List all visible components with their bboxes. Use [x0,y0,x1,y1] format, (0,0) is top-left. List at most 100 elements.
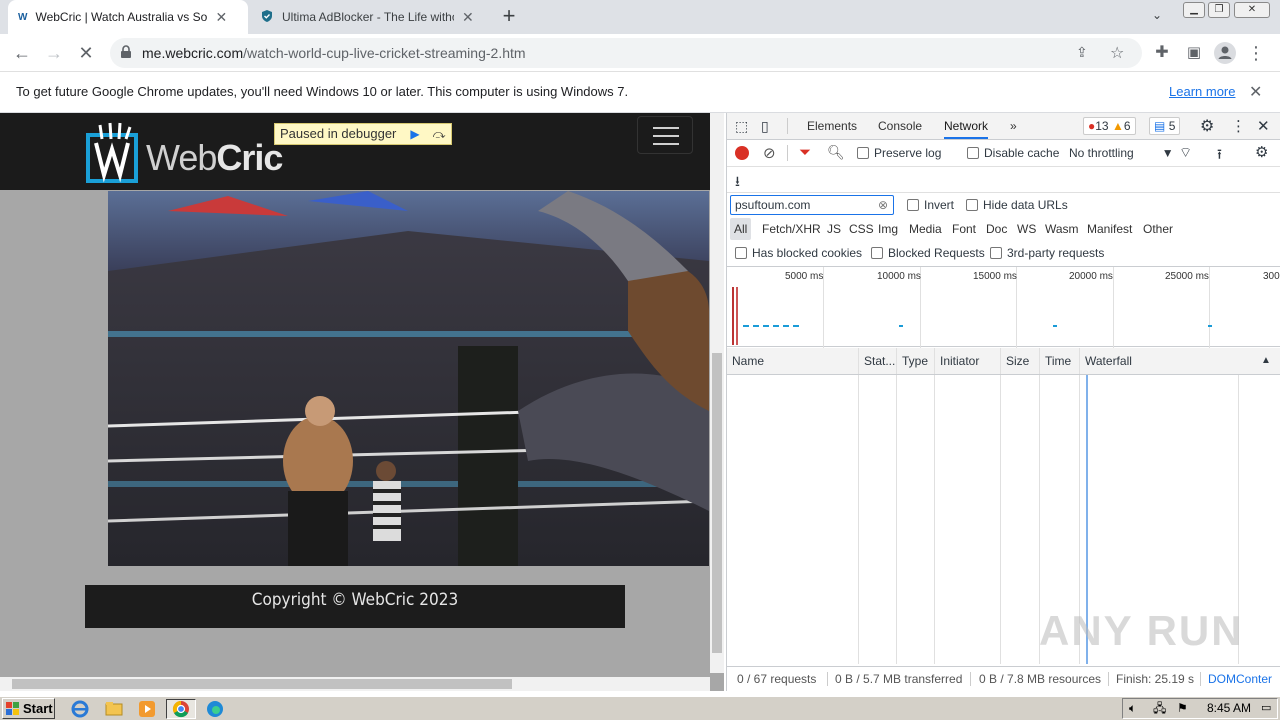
side-panel-icon[interactable]: ▣ [1182,41,1206,65]
type-filter-wasm[interactable]: Wasm [1045,218,1079,240]
browser-toolbar: ← → ✕ me.webcric.com/watch-world-cup-liv… [0,34,1280,72]
settings-gear-icon[interactable]: ⚙ [1200,116,1214,136]
preserve-log-checkbox[interactable]: Preserve log [857,146,941,160]
tab-elements[interactable]: Elements [807,113,857,139]
warning-icon: ▲ [1111,119,1124,133]
col-status[interactable]: Stat... [859,348,897,374]
show-desktop-icon[interactable]: ▭ [1261,699,1271,718]
new-tab-button[interactable]: + [498,4,520,30]
clock[interactable]: 8:45 AM [1207,699,1251,718]
type-filter-js[interactable]: JS [827,218,841,240]
filter-icon[interactable]: ⏷ [799,144,811,161]
lock-icon[interactable] [120,45,132,62]
share-icon[interactable]: ⇪ [1076,44,1088,61]
type-filter-other[interactable]: Other [1143,218,1173,240]
blocked-requests-checkbox[interactable]: Blocked Requests [871,246,985,260]
video-player[interactable] [108,191,709,566]
type-filter-media[interactable]: Media [909,218,942,240]
action-center-flag-icon[interactable]: ⚑ [1177,699,1188,718]
col-name[interactable]: Name [727,348,859,374]
hamburger-menu-button[interactable] [637,116,693,154]
horizontal-scroll-thumb[interactable] [12,679,512,689]
close-infobar-icon[interactable]: ✕ [1249,82,1262,102]
import-har-icon[interactable]: ⭱ [1217,144,1222,168]
more-tabs-icon[interactable]: » [1010,113,1017,139]
forward-arrow-icon[interactable]: → [42,41,66,65]
back-arrow-icon[interactable]: ← [10,41,34,65]
bookmark-star-icon[interactable]: ☆ [1110,43,1124,63]
type-filter-doc[interactable]: Doc [986,218,1007,240]
disable-cache-checkbox[interactable]: Disable cache [967,146,1059,160]
throttling-select[interactable]: No throttling ▼ [1069,146,1174,160]
third-party-requests-checkbox[interactable]: 3rd-party requests [990,246,1104,260]
type-filter-img[interactable]: Img [878,218,898,240]
network-overview-timeline[interactable]: 5000 ms 10000 ms 15000 ms 20000 ms 25000… [727,266,1280,348]
load-line [736,287,738,345]
export-har-icon[interactable]: ⭳ [735,171,740,195]
filter-input[interactable]: psuftoum.com ⊗ [730,195,894,215]
tab-network[interactable]: Network [944,113,989,139]
close-tab-icon[interactable]: ✕ [462,9,474,26]
page-horizontal-scrollbar[interactable] [0,677,710,691]
webcric-logo-icon[interactable] [86,121,140,183]
network-settings-gear-icon[interactable]: ⚙ [1255,143,1268,161]
edge-icon[interactable] [205,699,225,719]
close-tab-icon[interactable]: ✕ [215,9,227,26]
hide-data-urls-checkbox[interactable]: Hide data URLs [966,198,1068,212]
site-logo-text[interactable]: WebCric [146,137,283,179]
type-filter-font[interactable]: Font [952,218,976,240]
web-page-content: WebCric Paused in debugger ▶︎ ⤼ Copyrigh… [0,113,724,691]
sort-up-icon[interactable]: ▲ [1261,355,1271,366]
tab-webcric[interactable]: W WebCric | Watch Australia vs South ✕ [8,0,248,34]
invert-checkbox[interactable]: Invert [907,198,954,212]
issues-counter[interactable]: ●13 ▲6 [1083,117,1136,135]
volume-icon[interactable]: 🔈︎ [1129,699,1136,718]
record-icon[interactable] [735,146,749,160]
col-time[interactable]: Time [1040,348,1080,374]
media-player-icon[interactable] [137,699,157,719]
close-window-button[interactable]: ✕ [1234,2,1270,18]
page-vertical-scrollbar[interactable] [710,113,724,673]
extensions-puzzle-icon[interactable]: ✚ [1150,41,1174,65]
step-over-icon[interactable]: ⤼ [429,124,449,144]
messages-counter[interactable]: ▤ 5 [1149,117,1181,135]
filter-input-value: psuftoum.com [735,198,811,212]
tab-console[interactable]: Console [878,113,922,139]
devtools-menu-icon[interactable]: ⋮ [1231,117,1246,135]
has-blocked-cookies-checkbox[interactable]: Has blocked cookies [735,246,862,260]
col-type[interactable]: Type [897,348,935,374]
col-initiator[interactable]: Initiator [935,348,1001,374]
timeline-tick: 25000 ms [1165,271,1209,282]
profile-avatar[interactable] [1214,42,1236,64]
learn-more-link[interactable]: Learn more [1169,84,1235,99]
close-devtools-icon[interactable]: ✕ [1257,117,1270,135]
tab-strip: W WebCric | Watch Australia vs South ✕ U… [0,0,1280,34]
minimize-button[interactable]: ▁ [1183,2,1205,18]
chrome-taskbar-button[interactable] [166,699,196,719]
vertical-scroll-thumb[interactable] [712,353,722,653]
resume-icon[interactable]: ▶︎ [405,124,425,144]
internet-explorer-icon[interactable] [70,699,90,719]
clear-icon[interactable]: ⊘ [763,144,776,162]
col-waterfall[interactable]: Waterfall [1080,348,1280,374]
file-explorer-icon[interactable] [104,699,124,719]
start-button[interactable]: Start [2,698,55,719]
type-filter-all[interactable]: All [730,218,752,240]
tab-search-chevron-icon[interactable]: ⌄ [1152,8,1162,22]
type-filter-css[interactable]: CSS [849,218,874,240]
network-conditions-icon[interactable]: ⌔ [1179,144,1192,162]
type-filter-manifest[interactable]: Manifest [1087,218,1132,240]
network-icon[interactable]: 🖧 [1153,699,1166,718]
kebab-menu-icon[interactable]: ⋮ [1244,41,1268,65]
type-filter-ws[interactable]: WS [1017,218,1036,240]
type-filter-fetch-xhr[interactable]: Fetch/XHR [762,218,821,240]
tab-adblocker[interactable]: Ultima AdBlocker - The Life without A ✕ [250,0,490,34]
stop-loading-icon[interactable]: ✕ [74,41,98,65]
inspect-element-icon[interactable]: ⬚ [735,118,748,135]
clear-filter-icon[interactable]: ⊗ [878,196,888,214]
device-toolbar-icon[interactable]: ▯ [761,118,769,135]
col-size[interactable]: Size [1001,348,1040,374]
search-icon[interactable]: 🔍︎ [827,144,845,161]
restore-button[interactable]: ❐ [1208,2,1230,18]
address-bar[interactable]: me.webcric.com/watch-world-cup-live-cric… [110,38,1142,68]
